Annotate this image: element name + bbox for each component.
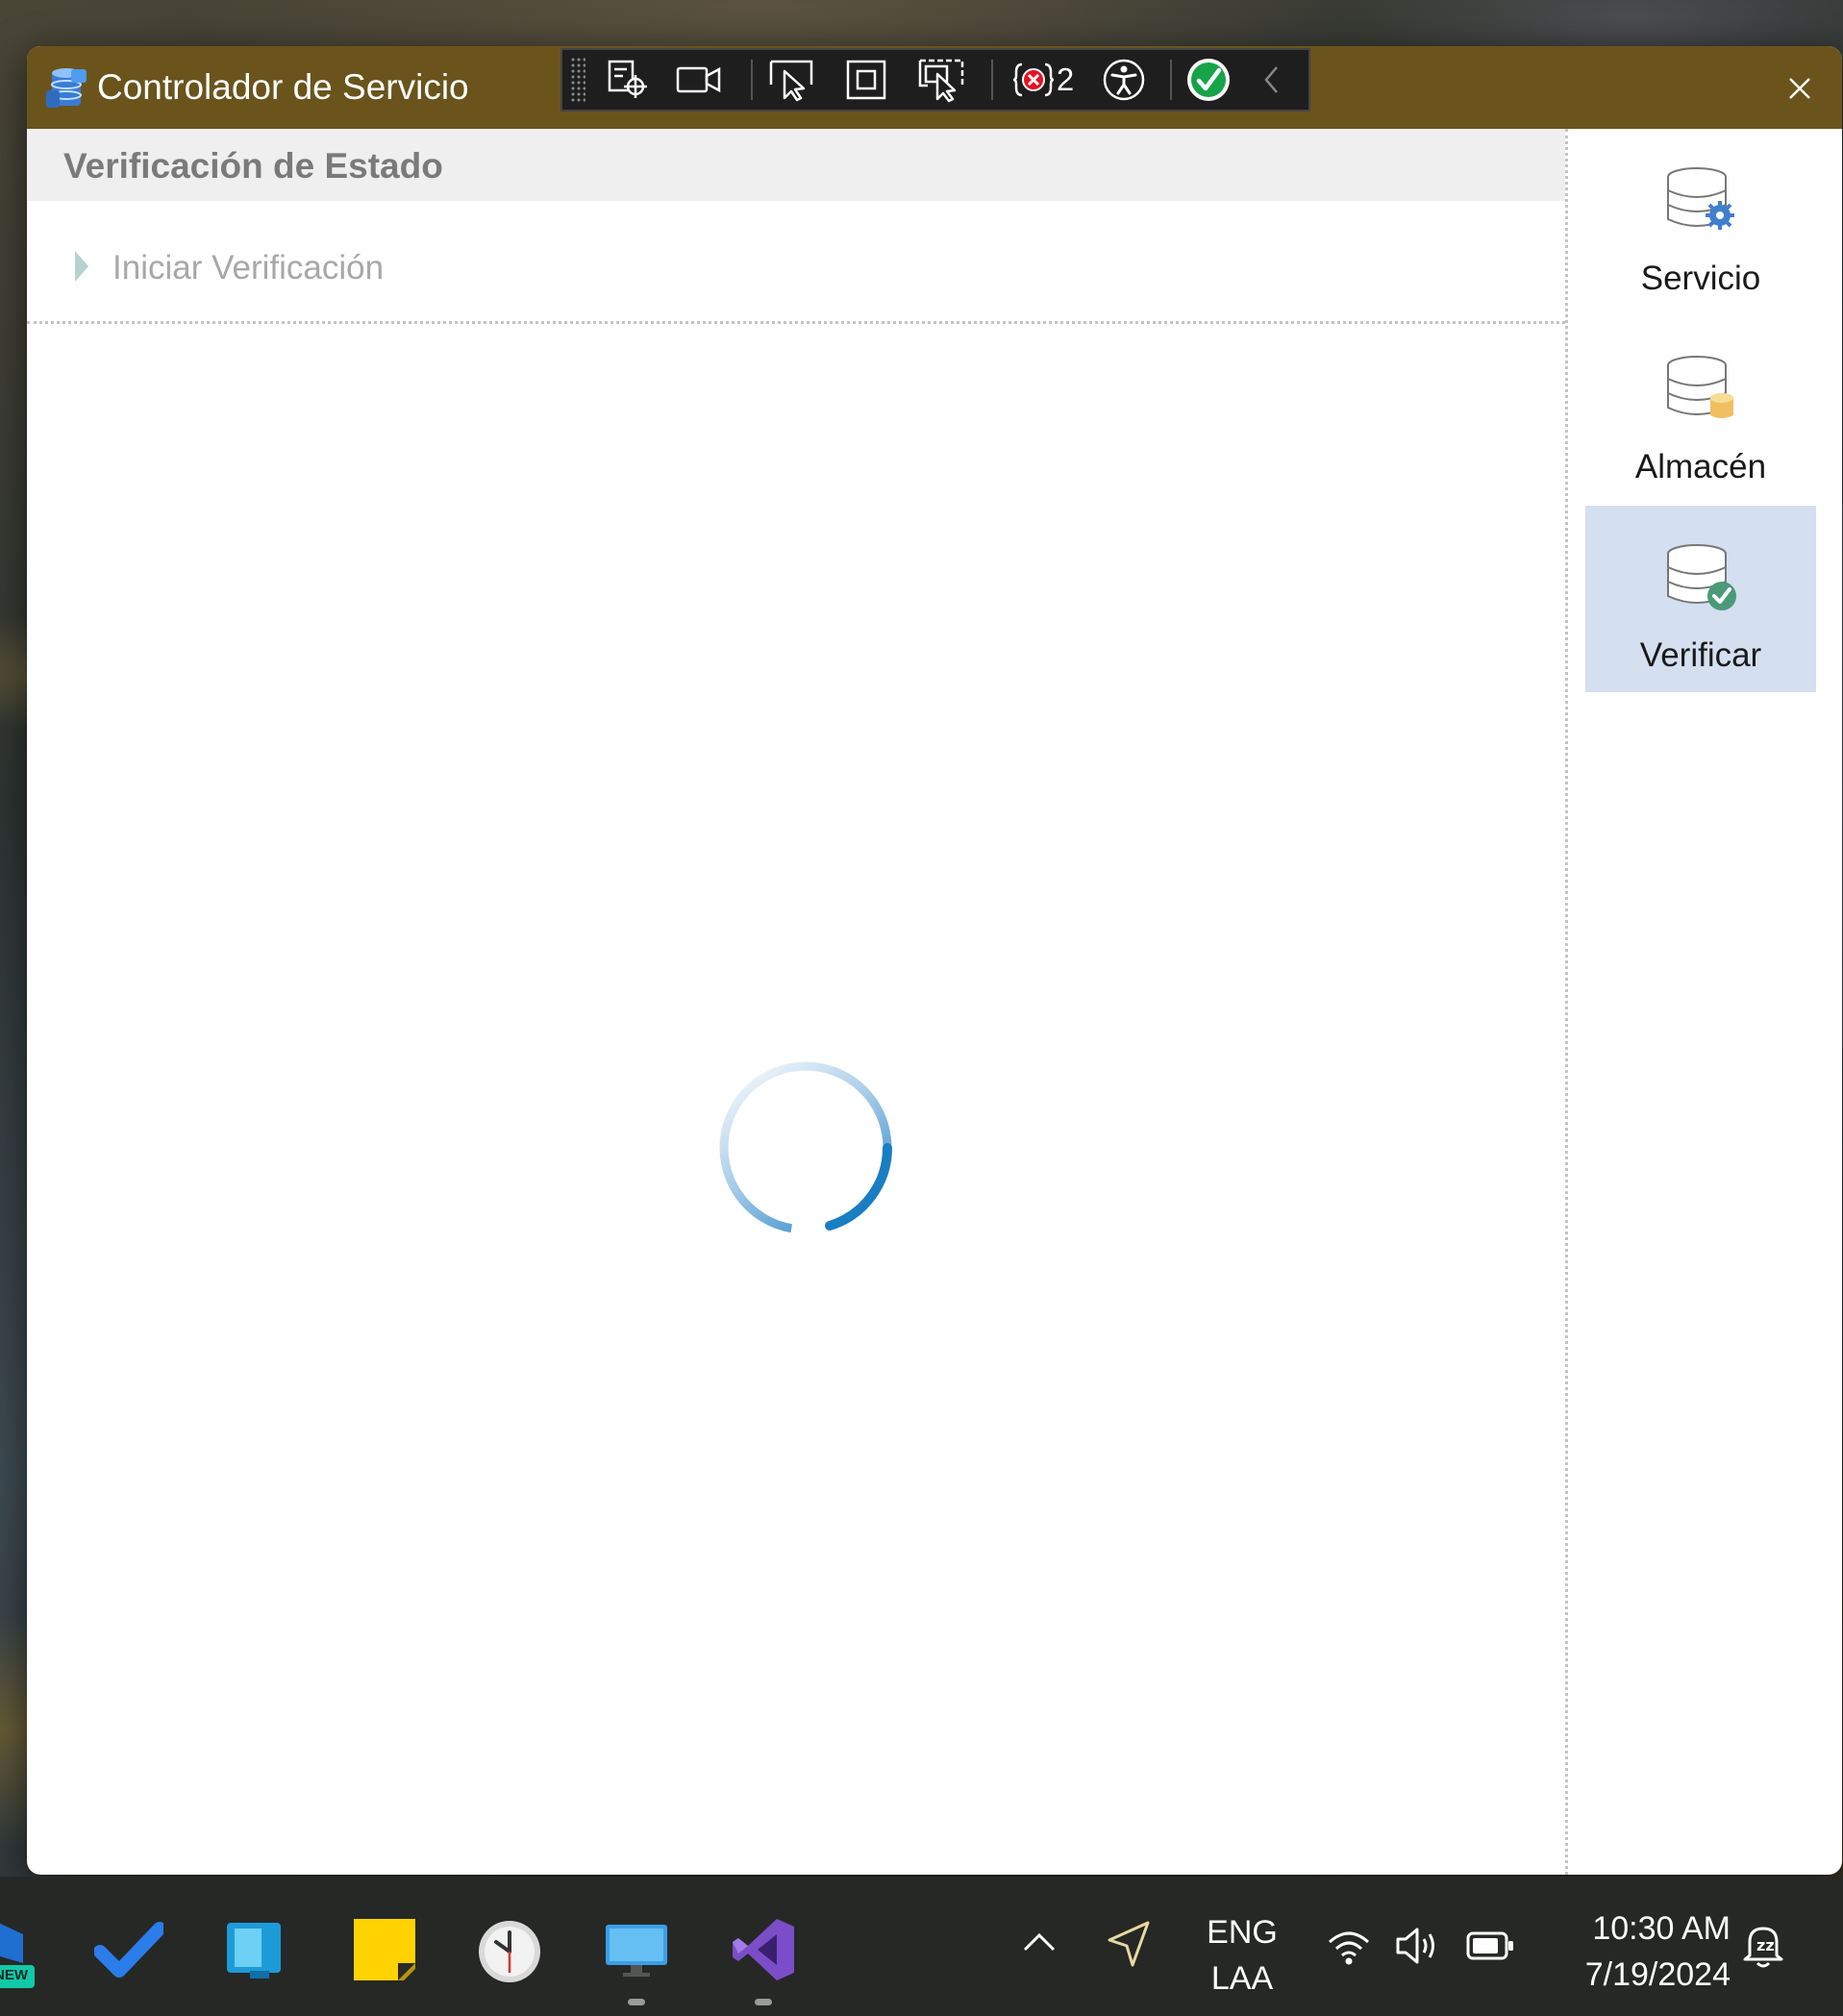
select-element-icon bbox=[608, 60, 647, 98]
toolbar-grip-handle[interactable] bbox=[570, 57, 585, 103]
database-storage-icon bbox=[1667, 356, 1733, 418]
database-gear-icon bbox=[1667, 167, 1734, 230]
speaker-volume-icon bbox=[1396, 1928, 1434, 1964]
nav-label: Servicio bbox=[1640, 260, 1761, 297]
display-layout-adorners-button[interactable] bbox=[839, 53, 893, 107]
show-hidden-icons-button[interactable] bbox=[1021, 1929, 1058, 1958]
toolbar-separator bbox=[991, 60, 993, 100]
close-icon bbox=[1789, 78, 1810, 99]
time-display: 10:30 AM bbox=[1592, 1910, 1731, 1947]
location-arrow-icon bbox=[1108, 1921, 1150, 1967]
live-tree-button[interactable] bbox=[601, 53, 655, 107]
battery-icon bbox=[1466, 1931, 1513, 1960]
database-app-icon bbox=[46, 68, 87, 108]
expander-label: Iniciar Verificación bbox=[112, 249, 385, 286]
visual-studio-icon bbox=[733, 1919, 794, 1980]
binding-error-count: 2 bbox=[1056, 62, 1075, 97]
chevron-left-icon bbox=[1264, 66, 1278, 93]
title-bar[interactable]: Controlador de Servicio 2 bbox=[27, 46, 1842, 129]
taskbar-app-remote-desktop[interactable] bbox=[602, 1915, 671, 1984]
taskbar-app-clock[interactable] bbox=[475, 1915, 544, 1984]
section-header: Verificación de Estado bbox=[27, 129, 1565, 201]
check-circle-icon bbox=[1187, 59, 1230, 101]
pointer-select-icon bbox=[769, 60, 813, 102]
binding-error-icon bbox=[1012, 62, 1054, 97]
taskbar-app-todo[interactable] bbox=[93, 1915, 166, 1984]
debug-toolbar: 2 bbox=[560, 48, 1310, 112]
checkmark-todo-icon bbox=[93, 1922, 166, 1978]
accessibility-checker-button[interactable] bbox=[1097, 53, 1151, 107]
sticky-notes-icon bbox=[354, 1919, 415, 1980]
language-code: ENG bbox=[1207, 1914, 1278, 1951]
video-camera-icon bbox=[676, 66, 721, 93]
close-button[interactable] bbox=[1777, 65, 1823, 112]
new-badge-label: NEW bbox=[0, 1967, 28, 1983]
svg-text:zz: zz bbox=[1756, 1936, 1775, 1954]
nav-item-servicio[interactable]: Servicio bbox=[1585, 129, 1816, 315]
chevron-up-icon bbox=[1023, 1932, 1056, 1952]
loading-spinner-icon bbox=[719, 1061, 892, 1234]
select-element-button[interactable] bbox=[764, 53, 818, 107]
network-status[interactable] bbox=[1327, 1929, 1371, 1972]
running-indicator bbox=[755, 1999, 772, 2005]
layout-adorner-icon bbox=[846, 60, 886, 100]
navigation-sidebar: Servicio Almacén Verificar bbox=[1585, 129, 1816, 1875]
nav-label: Verificar bbox=[1639, 636, 1762, 674]
nav-label: Almacén bbox=[1634, 448, 1767, 485]
running-indicator bbox=[628, 1999, 645, 2005]
window-title: Controlador de Servicio bbox=[97, 67, 469, 107]
date-display: 7/19/2024 bbox=[1584, 1956, 1731, 1993]
binding-errors-button[interactable]: 2 bbox=[1007, 53, 1080, 107]
keyboard-layout: LAA bbox=[1210, 1960, 1274, 1997]
input-language[interactable]: ENG LAA bbox=[1202, 1909, 1283, 2002]
clock-area[interactable]: 10:30 AM 7/19/2024 bbox=[1548, 1905, 1731, 1998]
nav-item-verificar[interactable]: Verificar bbox=[1585, 506, 1816, 692]
track-focus-icon bbox=[918, 59, 964, 103]
record-button[interactable] bbox=[672, 53, 726, 107]
clock-icon bbox=[479, 1921, 540, 1982]
monitor-icon bbox=[606, 1925, 667, 1977]
nav-item-almacen[interactable]: Almacén bbox=[1585, 317, 1816, 504]
notification-center-button[interactable]: zz bbox=[1740, 1921, 1786, 1974]
taskbar-app-sticky-notes[interactable] bbox=[350, 1915, 419, 1984]
taskbar-app-visual-studio[interactable] bbox=[729, 1915, 798, 1984]
collapse-toolbar-button[interactable] bbox=[1253, 53, 1291, 107]
expand-arrow-icon bbox=[75, 251, 88, 282]
battery-status[interactable] bbox=[1465, 1929, 1515, 1968]
wifi-icon bbox=[1328, 1931, 1370, 1965]
windows-app-icon bbox=[227, 1923, 281, 1979]
toolbar-separator bbox=[1170, 60, 1172, 100]
hot-reload-status-button[interactable] bbox=[1182, 53, 1235, 107]
taskbar-app-new[interactable]: NEW bbox=[0, 1915, 37, 1988]
app-window: Controlador de Servicio 2 Verificación d… bbox=[27, 46, 1842, 1875]
section-title: Verificación de Estado bbox=[63, 146, 443, 186]
taskbar-app-windows-store[interactable] bbox=[221, 1915, 290, 1984]
track-focus-button[interactable] bbox=[914, 53, 968, 107]
database-check-icon bbox=[1667, 544, 1736, 610]
volume-control[interactable] bbox=[1394, 1925, 1444, 1972]
main-content: Verificación de Estado Iniciar Verificac… bbox=[27, 129, 1568, 1875]
accessibility-icon bbox=[1103, 59, 1145, 101]
location-indicator[interactable] bbox=[1106, 1919, 1152, 1974]
notification-bell-snooze-icon: zz bbox=[1743, 1927, 1783, 1968]
start-verification-expander[interactable]: Iniciar Verificación bbox=[27, 201, 1565, 324]
toolbar-separator bbox=[751, 60, 753, 100]
taskbar: NEW bbox=[0, 1877, 1843, 2016]
